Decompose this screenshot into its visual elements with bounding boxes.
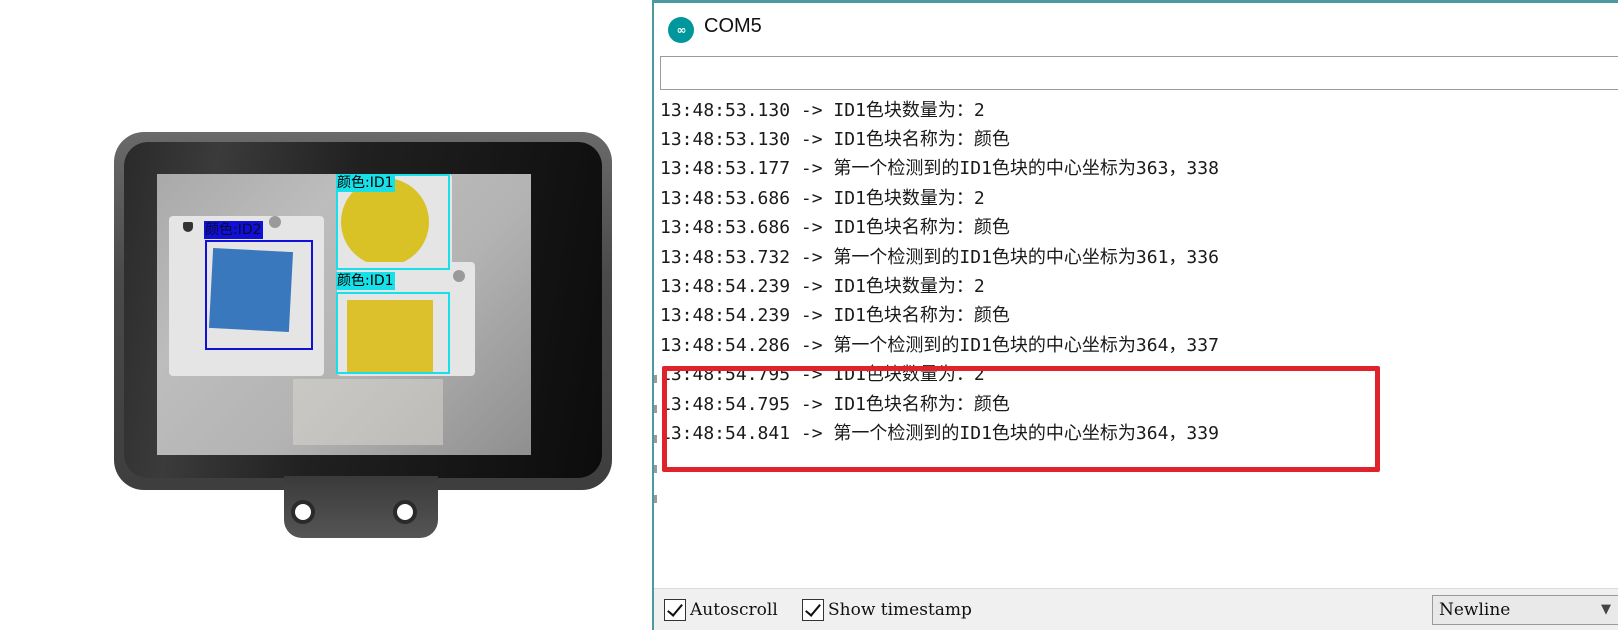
log-line: 13:48:53.686 -> ID1色块名称为：颜色 [660,217,1010,238]
autoscroll-checkbox[interactable]: Autoscroll [664,598,778,622]
card-hole [453,270,465,282]
card-hole [269,216,281,228]
chevron-down-icon: ▼ [1601,602,1611,617]
log-line: 13:48:53.686 -> ID1色块数量为：2 [660,188,985,209]
detection-box-id2 [205,240,313,350]
log-line: 13:48:53.130 -> ID1色块数量为：2 [660,100,985,121]
serial-send-input[interactable] [660,56,1618,90]
card-underneath [293,379,443,445]
serial-bottom-bar: Autoscroll Show timestamp Newline ▼ [654,588,1618,630]
mount-screw-hole [291,500,315,524]
detection-label-id2: 颜色:ID2 [204,221,263,239]
arduino-app-icon: ∞ [668,17,694,43]
serial-output-area[interactable]: 13:48:53.130 -> ID1色块数量为：2 13:48:53.130 … [660,96,1618,580]
autoscroll-label: Autoscroll [690,600,778,620]
line-ending-value: Newline [1439,600,1511,620]
card-logo-icon [183,222,193,232]
detection-label-id1-circle: 颜色:ID1 [336,174,395,192]
show-timestamp-checkbox[interactable]: Show timestamp [802,598,972,622]
window-title: COM5 [704,15,762,37]
checkbox-check-icon[interactable] [664,599,686,621]
detection-box-id1-square [336,292,450,374]
serial-monitor-window: ∞ COM5 13:48:53.130 -> ID1色块数量为：2 13:48:… [652,0,1618,630]
composite-screenshot: 颜色:ID2 颜色:ID1 颜色:ID1 ∞ COM5 13:48:53.130… [0,0,1618,630]
highlight-box [662,366,1380,472]
log-line: 13:48:54.239 -> ID1色块数量为：2 [660,276,985,297]
left-edge-artifacts [654,375,658,535]
log-line: 13:48:53.130 -> ID1色块名称为：颜色 [660,129,1010,150]
checkbox-check-icon[interactable] [802,599,824,621]
log-line: 13:48:54.286 -> 第一个检测到的ID1色块的中心坐标为364，33… [660,335,1219,356]
log-line: 13:48:53.177 -> 第一个检测到的ID1色块的中心坐标为363，33… [660,158,1219,179]
mount-screw-hole [393,500,417,524]
log-line: 13:48:53.732 -> 第一个检测到的ID1色块的中心坐标为361，33… [660,247,1219,268]
log-line: 13:48:54.239 -> ID1色块名称为：颜色 [660,305,1010,326]
line-ending-select[interactable]: Newline ▼ [1432,595,1618,625]
detection-label-id1-square: 颜色:ID1 [336,272,395,290]
window-titlebar[interactable]: ∞ COM5 [654,3,1618,53]
show-timestamp-label: Show timestamp [828,600,972,620]
camera-screen: 颜色:ID2 颜色:ID1 颜色:ID1 [157,174,531,455]
